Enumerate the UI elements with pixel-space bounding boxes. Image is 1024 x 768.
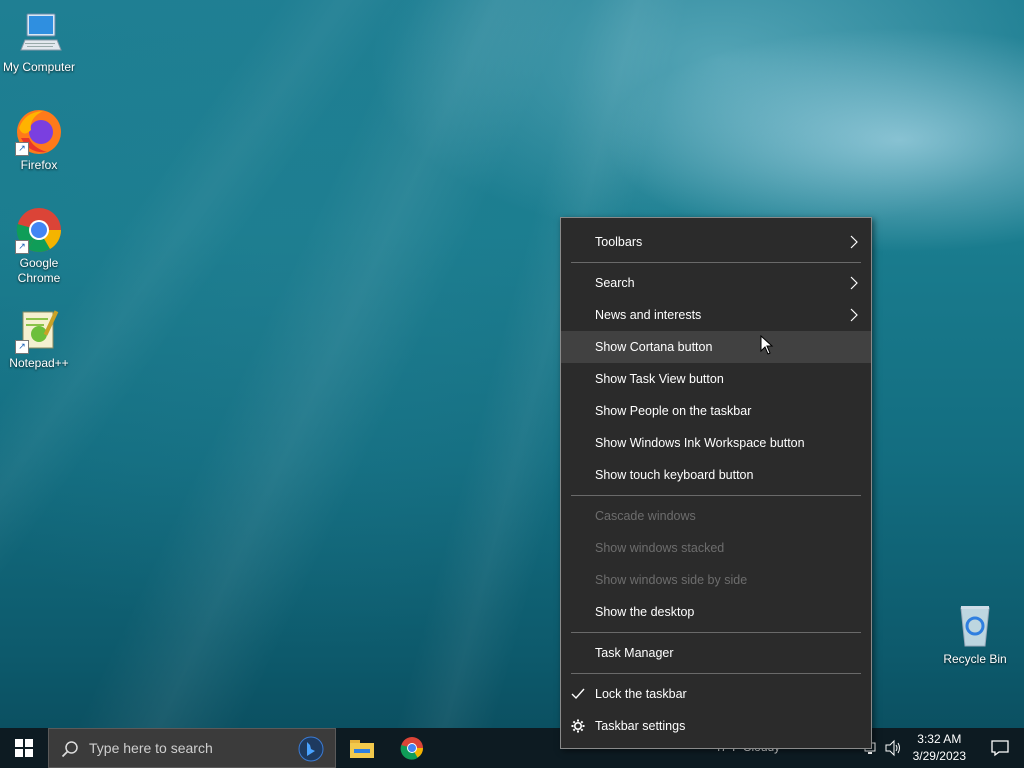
menu-item-task-manager[interactable]: Task Manager (561, 637, 871, 669)
menu-item-news-and-interests[interactable]: News and interests (561, 299, 871, 331)
menu-item-show-touch-keyboard[interactable]: Show touch keyboard button (561, 459, 871, 491)
chevron-right-icon (850, 276, 858, 290)
menu-item-cascade-windows: Cascade windows (561, 500, 871, 532)
menu-item-label: Show Windows Ink Workspace button (595, 436, 805, 450)
desktop-icon-recycle-bin[interactable]: Recycle Bin (937, 602, 1013, 667)
taskbar-search-box[interactable]: Type here to search (48, 728, 336, 768)
menu-item-label: Show the desktop (595, 605, 695, 619)
menu-item-show-windows-stacked: Show windows stacked (561, 532, 871, 564)
menu-item-label: Cascade windows (595, 509, 696, 523)
shortcut-arrow-icon: ↗ (15, 142, 29, 156)
desktop-icon-label: Notepad++ (9, 356, 69, 370)
checkmark-icon (571, 688, 585, 700)
menu-item-label: Toolbars (595, 235, 643, 249)
action-center-button[interactable] (976, 728, 1024, 768)
clock-date: 3/29/2023 (912, 749, 966, 763)
recycle-bin-icon (951, 602, 999, 650)
menu-item-show-people[interactable]: Show People on the taskbar (561, 395, 871, 427)
windows-logo-icon (15, 739, 33, 757)
menu-item-show-the-desktop[interactable]: Show the desktop (561, 596, 871, 628)
menu-item-label: Lock the taskbar (595, 687, 687, 701)
computer-icon (15, 10, 63, 58)
taskbar-file-explorer[interactable] (338, 728, 386, 768)
chrome-icon: ↗ (15, 206, 63, 254)
taskbar-chrome[interactable] (388, 728, 436, 768)
search-icon (61, 741, 78, 758)
mouse-cursor-icon (760, 335, 774, 355)
taskbar-clock[interactable]: 3:32 AM 3/29/2023 (913, 731, 966, 765)
menu-separator (571, 495, 861, 496)
desktop-icon-notepad-plus-plus[interactable]: ↗ Notepad++ (1, 306, 77, 371)
volume-icon[interactable] (884, 739, 902, 757)
menu-item-toolbars[interactable]: Toolbars (561, 226, 871, 258)
chrome-icon (400, 737, 423, 760)
menu-item-search[interactable]: Search (561, 267, 871, 299)
menu-separator (571, 673, 861, 674)
menu-item-label: Show touch keyboard button (595, 468, 754, 482)
menu-item-label: Show People on the taskbar (595, 404, 752, 418)
taskbar-context-menu: Toolbars Search News and interests Show … (560, 217, 872, 749)
firefox-icon: ↗ (15, 108, 63, 156)
shortcut-arrow-icon: ↗ (15, 340, 29, 354)
menu-item-label: Show Task View button (595, 372, 724, 386)
menu-separator (571, 262, 861, 263)
desktop-icon-label: Google Chrome (17, 256, 61, 285)
desktop-icon-my-computer[interactable]: My Computer (1, 10, 77, 75)
menu-item-show-windows-ink[interactable]: Show Windows Ink Workspace button (561, 427, 871, 459)
desktop-icon-label: Recycle Bin (943, 652, 1007, 666)
desktop-icon-label: Firefox (20, 158, 58, 172)
desktop-icon-label: My Computer (2, 60, 76, 74)
menu-item-label: News and interests (595, 308, 702, 322)
menu-item-show-windows-side-by-side: Show windows side by side (561, 564, 871, 596)
start-button[interactable] (0, 728, 48, 768)
gear-icon (571, 719, 585, 733)
search-placeholder: Type here to search (89, 740, 213, 756)
desktop-icon-google-chrome[interactable]: ↗ Google Chrome (1, 206, 77, 286)
chevron-right-icon (850, 308, 858, 322)
notification-icon (991, 740, 1009, 757)
menu-item-taskbar-settings[interactable]: Taskbar settings (561, 710, 871, 742)
clock-time: 3:32 AM (917, 732, 962, 746)
menu-separator (571, 632, 861, 633)
shortcut-arrow-icon: ↗ (15, 240, 29, 254)
menu-item-label: Show windows stacked (595, 541, 725, 555)
chevron-right-icon (850, 235, 858, 249)
notepad-plus-plus-icon: ↗ (15, 306, 63, 354)
menu-item-show-cortana-button[interactable]: Show Cortana button (561, 331, 871, 363)
menu-item-label: Task Manager (595, 646, 674, 660)
file-explorer-icon (350, 740, 374, 758)
menu-item-lock-the-taskbar[interactable]: Lock the taskbar (561, 678, 871, 710)
menu-item-show-task-view-button[interactable]: Show Task View button (561, 363, 871, 395)
menu-item-label: Show windows side by side (595, 573, 748, 587)
menu-item-label: Search (595, 276, 635, 290)
desktop-icon-firefox[interactable]: ↗ Firefox (1, 108, 77, 173)
menu-item-label: Show Cortana button (595, 340, 713, 354)
bing-icon[interactable] (297, 736, 325, 762)
menu-item-label: Taskbar settings (595, 719, 686, 733)
